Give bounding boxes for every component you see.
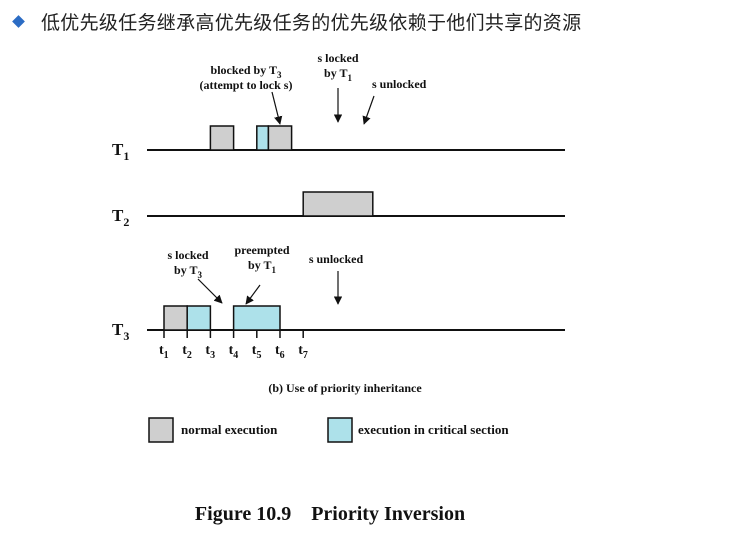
annotation-4-line-1: s locked (167, 248, 208, 262)
tick-label-t6: t6 (275, 343, 285, 361)
priority-inheritance-diagram: T1T2T3t1 t2 t3 t4 t5 t6 t7blocked by T3(attemp… (112, 51, 565, 443)
annotation-arrow-1 (271, 91, 283, 125)
annotation-4-line-2: by T3 (174, 263, 202, 280)
annotation-5-line-1: preempted (234, 243, 289, 257)
legend-swatch-normal (148, 417, 174, 443)
legend-swatch-critical (327, 417, 353, 443)
task-label-t2: T2 (112, 206, 129, 229)
segment-t3-7 (232, 305, 281, 331)
legend-label-normal: normal execution (181, 422, 278, 437)
segment-t3-5 (163, 305, 188, 331)
segment-t1-2 (256, 125, 270, 151)
segment-t3-6 (186, 305, 212, 331)
annotation-arrow-3 (362, 95, 375, 125)
task-label-t3: T3 (112, 320, 129, 343)
tick-label-t3: t3 (205, 343, 215, 361)
segment-t1-3 (267, 125, 293, 151)
annotation-arrow-4 (197, 278, 223, 304)
annotation-5-line-2: by T1 (248, 258, 276, 275)
annotation-2-line-1: s locked (317, 51, 358, 65)
figure-caption: Figure 10.9 Priority Inversion (194, 503, 466, 525)
annotation-1-line-2: (attempt to lock s) (200, 78, 293, 92)
legend-label-critical: execution in critical section (358, 422, 509, 437)
diagram-subtitle: (b) Use of priority inheritance (268, 381, 422, 395)
tick-label-t5: t5 (252, 343, 262, 361)
annotation-2-line-2: by T1 (324, 66, 352, 83)
annotation-arrow-5 (245, 284, 261, 305)
tick-label-t7: t7 (298, 343, 308, 361)
annotation-3-line-1: s unlocked (372, 77, 427, 91)
segment-t1-1 (209, 125, 235, 151)
tick-label-t4: t4 (229, 343, 239, 361)
tick-label-t1: t1 (159, 343, 169, 361)
tick-label-t2: t2 (182, 343, 192, 361)
annotation-6-line-1: s unlocked (309, 252, 364, 266)
task-label-t1: T1 (112, 140, 129, 163)
segment-t2-4 (302, 191, 374, 217)
